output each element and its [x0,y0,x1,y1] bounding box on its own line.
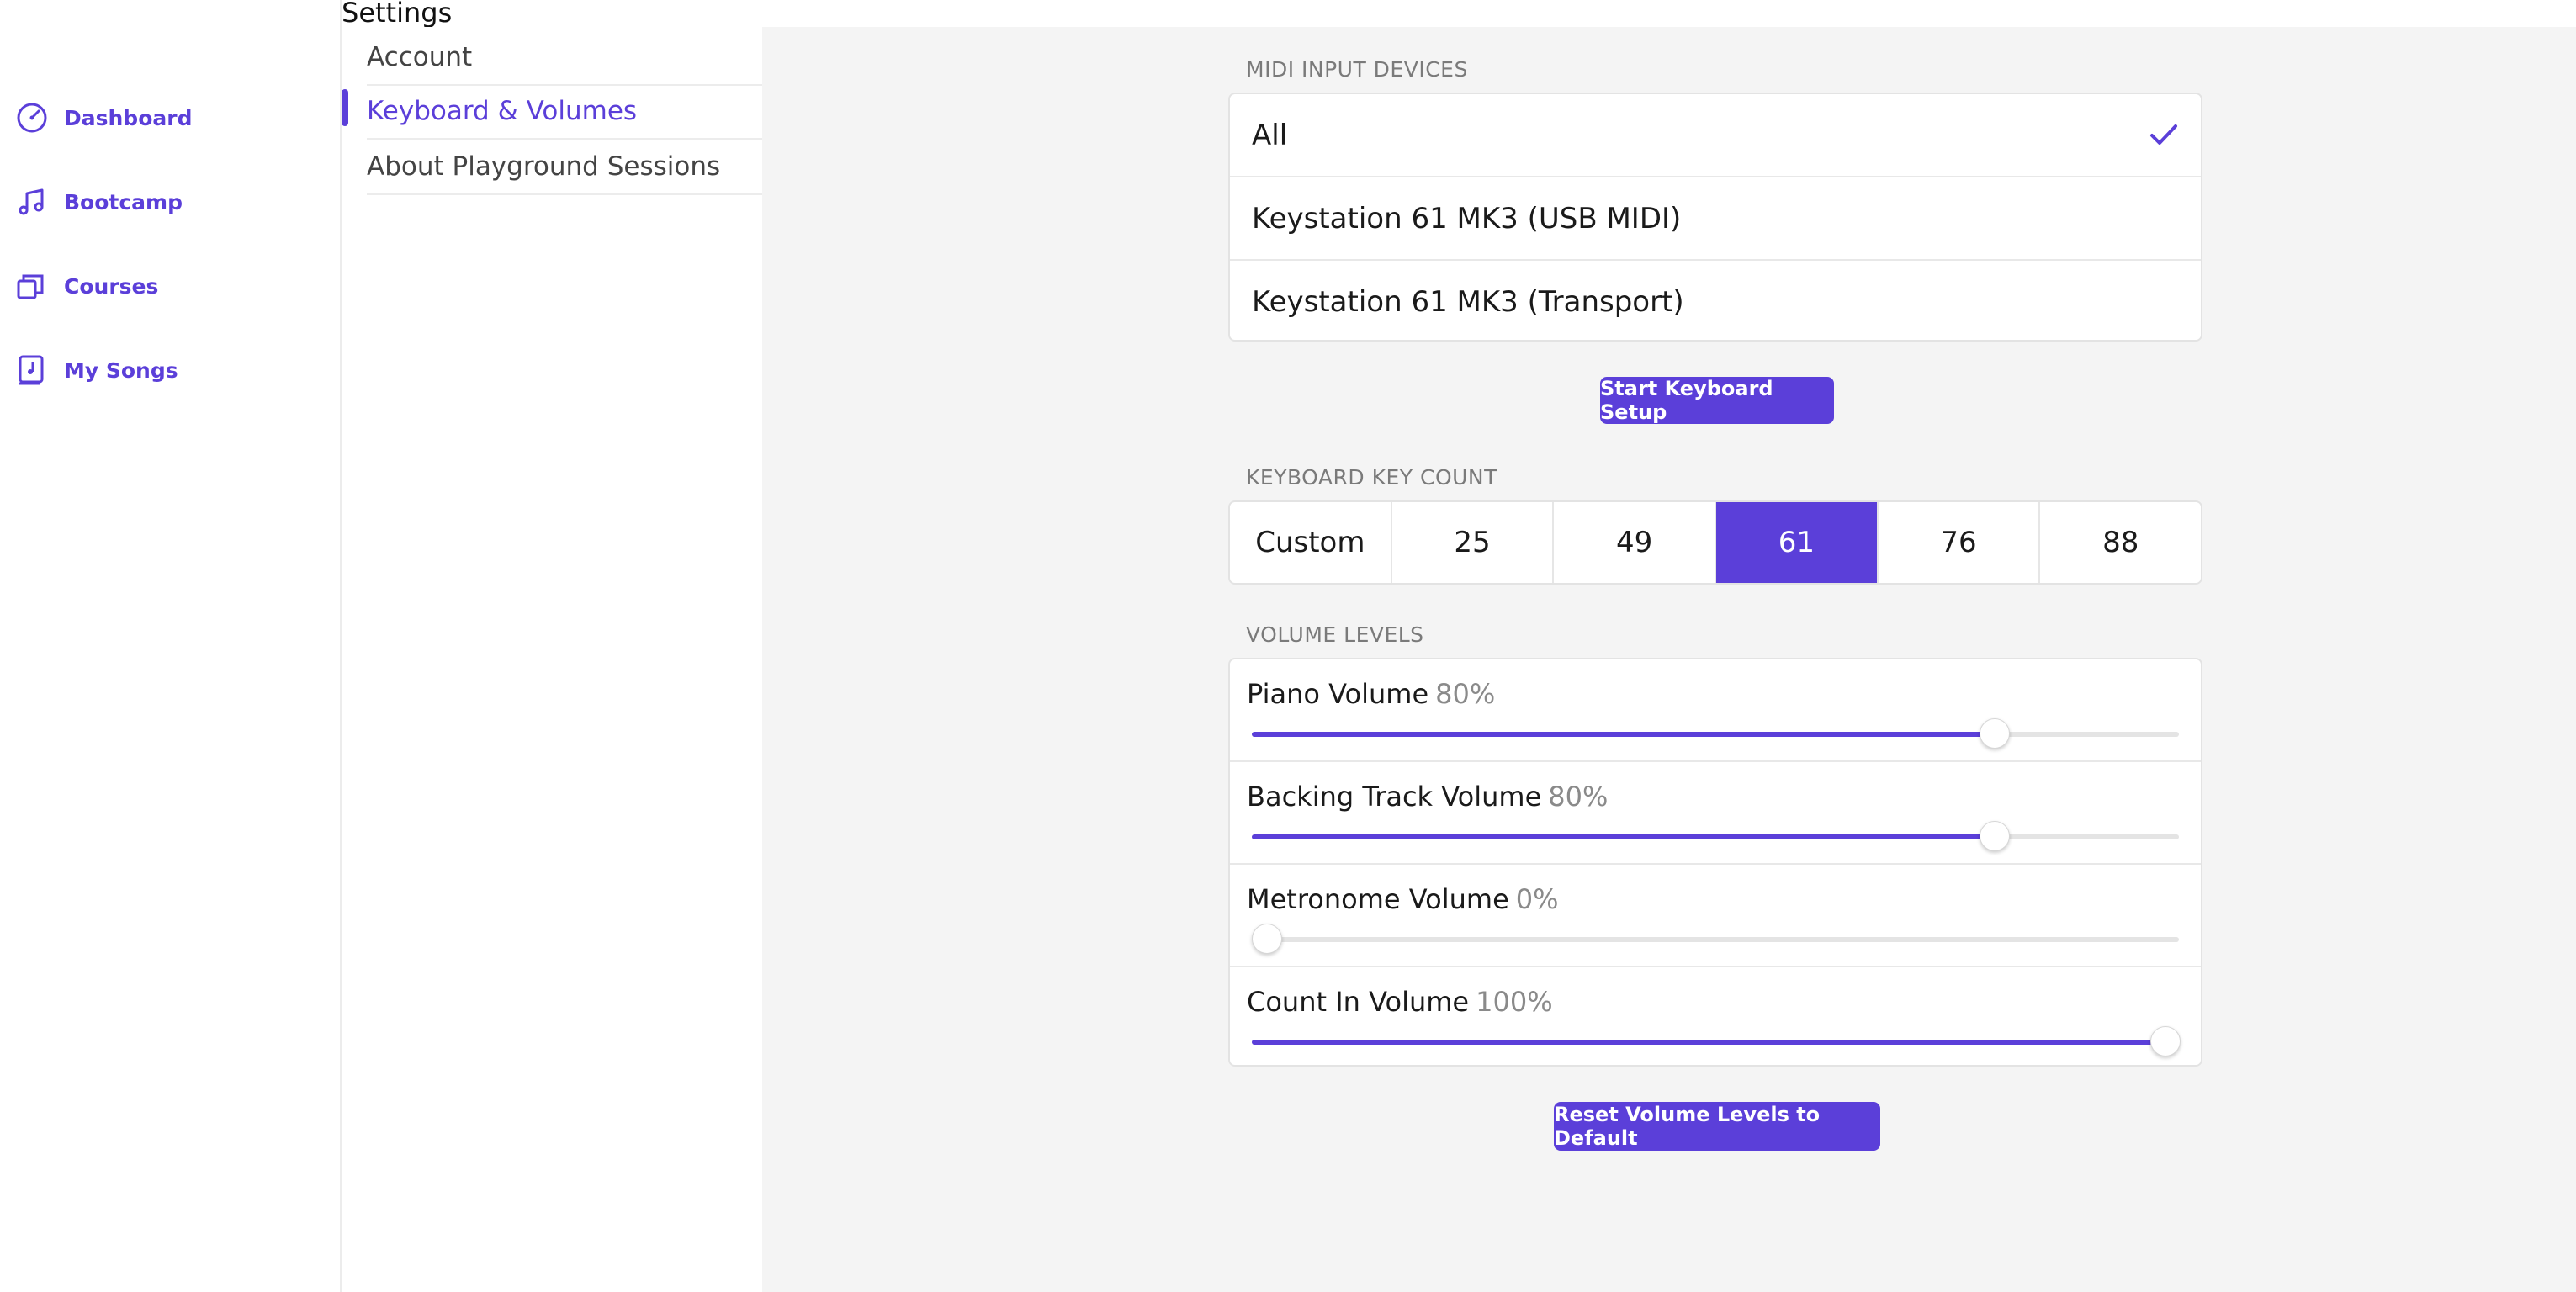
main-sidebar: Dashboard Bootcamp Courses My Songs [0,0,342,1292]
volume-slider-thumb[interactable] [2150,1026,2181,1056]
nav-item-label: My Songs [64,357,178,383]
volume-label: Piano Volume [1247,678,1429,710]
volume-row-backing-track: Backing Track Volume 80% [1230,762,2201,865]
key-count-selector: Custom 25 49 61 76 88 [1228,500,2202,585]
settings-item-account[interactable]: Account [367,30,762,86]
nav-item-my-songs[interactable]: My Songs [15,345,178,395]
midi-device-label: All [1252,118,1288,152]
midi-device-transport[interactable]: Keystation 61 MK3 (Transport) [1230,261,2201,342]
key-option-25[interactable]: 25 [1392,502,1555,583]
volume-row-piano: Piano Volume 80% [1230,659,2201,762]
volume-percent: 100% [1476,986,1553,1018]
nav-item-bootcamp[interactable]: Bootcamp [15,177,183,227]
nav-item-label: Courses [64,273,159,299]
midi-device-label: Keystation 61 MK3 (USB MIDI) [1252,201,1682,236]
volume-slider-track[interactable] [1252,718,2179,749]
volume-slider-track[interactable] [1252,821,2179,851]
volume-slider-fill [1252,732,1994,737]
volume-label: Count In Volume [1247,986,1470,1018]
midi-device-usb[interactable]: Keystation 61 MK3 (USB MIDI) [1230,177,2201,261]
volume-slider-thumb[interactable] [1252,924,1282,954]
key-option-76[interactable]: 76 [1879,502,2041,583]
settings-item-about[interactable]: About Playground Sessions [367,140,762,195]
key-count-section-label: KEYBOARD KEY COUNT [1246,465,1497,490]
nav-item-courses[interactable]: Courses [15,261,158,311]
volume-percent: 80% [1435,678,1496,710]
reset-volume-levels-button[interactable]: Reset Volume Levels to Default [1554,1102,1880,1151]
midi-section-label: MIDI INPUT DEVICES [1246,57,1468,82]
page-title: Settings [342,0,453,29]
midi-device-label: Keystation 61 MK3 (Transport) [1252,284,1684,319]
volume-percent: 0% [1515,883,1559,915]
song-book-icon [15,353,49,387]
volume-label-group: Piano Volume 80% [1247,678,1495,710]
midi-device-list: All Keystation 61 MK3 (USB MIDI) Keystat… [1228,93,2202,342]
settings-item-label: About Playground Sessions [367,151,721,182]
volume-slider-thumb[interactable] [1979,821,2010,851]
volume-slider-fill [1252,1040,2179,1045]
nav-item-dashboard[interactable]: Dashboard [15,93,192,143]
volume-row-metronome: Metronome Volume 0% [1230,865,2201,967]
active-indicator [342,89,348,126]
settings-item-label: Account [367,42,473,72]
stacked-cards-icon [15,269,49,303]
volume-slider-thumb[interactable] [1979,718,2010,749]
settings-item-keyboard-volumes[interactable]: Keyboard & Volumes [367,84,762,140]
key-option-custom[interactable]: Custom [1230,502,1392,583]
nav-item-label: Bootcamp [64,189,183,214]
volume-section-label: VOLUME LEVELS [1246,622,1424,647]
volume-percent: 80% [1548,781,1609,813]
volume-slider-fill [1252,834,1994,839]
volume-label-group: Metronome Volume 0% [1247,883,1559,915]
volume-label-group: Backing Track Volume 80% [1247,781,1608,813]
settings-menu: Account Keyboard & Volumes About Playgro… [342,27,764,1292]
volume-row-count-in: Count In Volume 100% [1230,967,2201,1068]
key-option-88[interactable]: 88 [2040,502,2201,583]
volume-label: Backing Track Volume [1247,781,1542,813]
start-keyboard-setup-button[interactable]: Start Keyboard Setup [1600,377,1834,424]
dashboard-gauge-icon [15,101,49,135]
volume-label-group: Count In Volume 100% [1247,986,1553,1018]
key-option-61[interactable]: 61 [1716,502,1879,583]
volume-label: Metronome Volume [1247,883,1509,915]
nav-item-label: Dashboard [64,105,193,130]
volume-levels-card: Piano Volume 80% Backing Track Volume 80% … [1228,658,2202,1067]
checkmark-icon [2147,118,2181,151]
settings-item-label: Keyboard & Volumes [367,96,638,126]
volume-slider-track[interactable] [1252,1026,2181,1056]
music-note-icon [15,185,49,219]
midi-device-all[interactable]: All [1230,94,2201,177]
volume-slider-track[interactable] [1252,924,2179,954]
key-option-49[interactable]: 49 [1554,502,1717,583]
